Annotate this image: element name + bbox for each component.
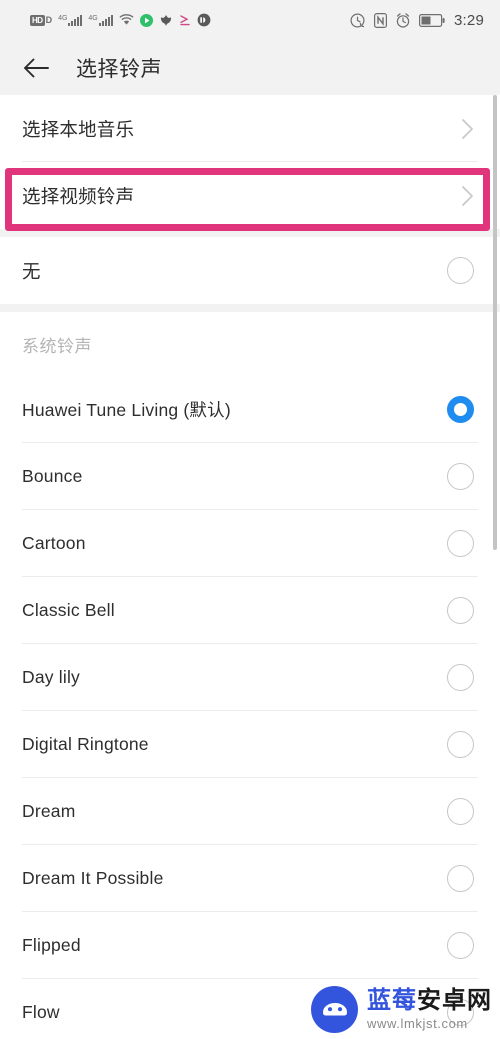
radio-unselected[interactable] [447, 865, 474, 892]
headphone-icon [197, 13, 211, 27]
radio-unselected[interactable] [447, 530, 474, 557]
status-bar-left-icons: HD D 4G 4G [30, 13, 211, 27]
ringtone-label: Classic Bell [22, 600, 115, 620]
ringtone-rows-container: Huawei Tune Living (默认) Bounce Cartoon Clas… [0, 376, 500, 1039]
radio-unselected[interactable] [447, 798, 474, 825]
ringtone-row[interactable]: Digital Ringtone [0, 711, 500, 778]
phone-screen: HD D 4G 4G 3:29 选择铃声 选择本地音乐 选择视频铃声 无 系统铃… [0, 0, 500, 1039]
alarm-icon [396, 12, 410, 28]
radio-selected[interactable] [447, 396, 474, 423]
status-bar-right-icons: 3:29 [350, 0, 484, 40]
watermark-text: 蓝莓安卓网 www.lmkjst.com [367, 987, 492, 1031]
back-arrow-icon[interactable] [22, 54, 50, 82]
site-watermark: 蓝莓安卓网 www.lmkjst.com [311, 986, 492, 1033]
ringtone-list[interactable]: 选择本地音乐 选择视频铃声 无 系统铃声 Huawei Tune Living … [0, 95, 500, 1039]
ringtone-row[interactable]: Day lily [0, 644, 500, 711]
ringtone-label: Flipped [22, 935, 81, 955]
chevron-right-icon [461, 118, 478, 140]
wifi-icon [119, 14, 134, 26]
row-none[interactable]: 无 [0, 237, 500, 304]
android-robot-logo-icon [311, 986, 358, 1033]
ringtone-row[interactable]: Dream [0, 778, 500, 845]
ringtone-row[interactable]: Classic Bell [0, 577, 500, 644]
radio-unselected[interactable] [447, 463, 474, 490]
watermark-brand-part1: 蓝莓 [367, 987, 417, 1014]
row-select-local-music[interactable]: 选择本地音乐 [0, 95, 500, 162]
row-select-video-ringtone[interactable]: 选择视频铃声 [0, 162, 500, 229]
ringtone-label: Huawei Tune Living (默认) [22, 400, 231, 420]
vertical-scrollbar[interactable] [493, 95, 497, 550]
ringtone-label: Dream [22, 801, 76, 821]
radio-none[interactable] [447, 257, 474, 284]
nfc-icon [374, 12, 387, 28]
radio-unselected[interactable] [447, 664, 474, 691]
chevron-right-icon [461, 185, 478, 207]
app-green-circle-icon [139, 13, 153, 27]
row-label: 选择视频铃声 [22, 185, 135, 207]
ringtone-label: Bounce [22, 466, 83, 486]
section-gap-2 [0, 304, 500, 312]
battery-icon [419, 13, 445, 27]
huawei-petal-icon [159, 14, 173, 27]
row-label: 选择本地音乐 [22, 118, 135, 140]
status-bar-clock: 3:29 [454, 11, 484, 29]
signal-4g-sim2-icon: 4G [88, 14, 113, 26]
watermark-url: www.lmkjst.com [367, 1016, 468, 1031]
section-gap [0, 229, 500, 237]
ringtone-label: Cartoon [22, 533, 86, 553]
ringtone-row[interactable]: Flipped [0, 912, 500, 979]
app-bar: 选择铃声 [0, 40, 500, 95]
ringtone-label: Dream It Possible [22, 868, 164, 888]
radio-unselected[interactable] [447, 597, 474, 624]
arrow-app-icon [179, 14, 191, 26]
ringtone-label: Day lily [22, 667, 80, 687]
ringtone-row[interactable]: Huawei Tune Living (默认) [0, 376, 500, 443]
do-not-disturb-icon [350, 12, 365, 28]
section-header-system-ringtones: 系统铃声 [0, 312, 500, 376]
signal-4g-sim1-icon: 4G [58, 14, 83, 26]
ringtone-row[interactable]: Dream It Possible [0, 845, 500, 912]
hd-volte-icon: HD D [30, 14, 53, 26]
ringtone-row[interactable]: Cartoon [0, 510, 500, 577]
ringtone-label: Digital Ringtone [22, 734, 149, 754]
status-bar: HD D 4G 4G 3:29 [0, 0, 500, 40]
radio-unselected[interactable] [447, 731, 474, 758]
row-label: 无 [22, 260, 41, 282]
watermark-brand-part2: 安卓网 [417, 987, 492, 1014]
page-title: 选择铃声 [76, 57, 162, 81]
ringtone-row[interactable]: Bounce [0, 443, 500, 510]
radio-unselected[interactable] [447, 932, 474, 959]
